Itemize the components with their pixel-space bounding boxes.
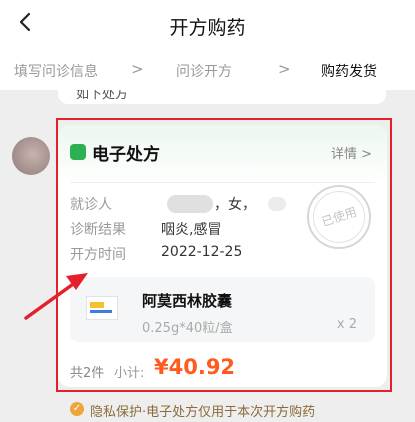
chevron-right-icon: > [131, 60, 144, 78]
navigation-bar: 开方购药 [0, 0, 415, 48]
doctor-avatar [12, 137, 50, 175]
privacy-notice: ✓ 隐私保护·电子处方仅用于本次开方购药 [58, 396, 386, 422]
annotation-highlight-box [56, 118, 392, 392]
step-prescribe: 问诊开方 [176, 64, 232, 80]
step-fill-info: 填写问诊信息 [14, 64, 98, 80]
step-purchase: 购药发货 [321, 64, 377, 80]
shield-icon: ✓ [70, 402, 84, 416]
previous-message-text: 如下处方 [76, 90, 129, 102]
privacy-notice-text: 隐私保护·电子处方仅用于本次开方购药 [90, 405, 316, 420]
chevron-right-icon: > [278, 60, 291, 78]
page-title: 开方购药 [169, 17, 246, 39]
previous-message-card: 如下处方 [58, 90, 386, 104]
progress-steps: 填写问诊信息 > 问诊开方 > 购药发货 [0, 48, 415, 90]
